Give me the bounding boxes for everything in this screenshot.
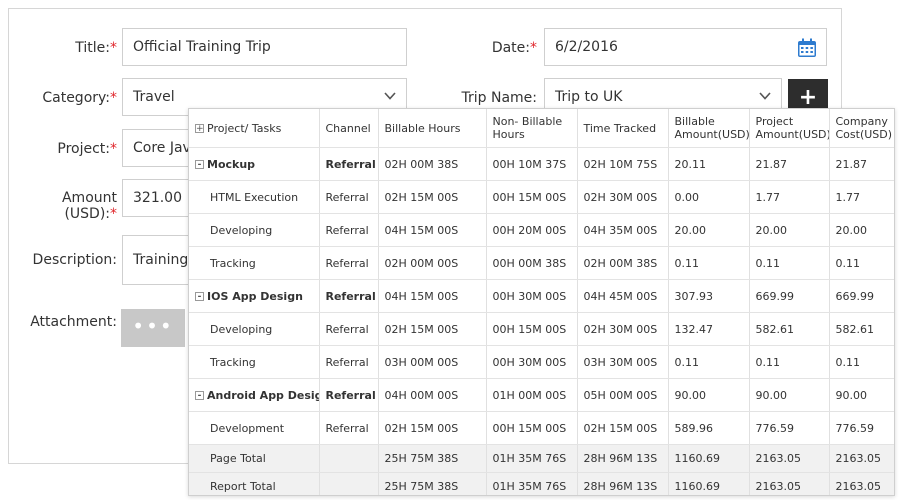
attachment-label: Attachment: [30, 314, 117, 330]
trip-name-label: Trip Name: [461, 90, 538, 106]
time-report-table-panel: + Project/ Tasks Channel Billable Hours N… [188, 108, 895, 496]
required-marker: * [530, 40, 537, 56]
header-billable-hours[interactable]: Billable Hours [378, 109, 487, 148]
header-task[interactable]: + Project/ Tasks [189, 109, 320, 148]
ellipsis-icon: ••• [132, 314, 174, 338]
table-row[interactable]: Tracking Referral 03H 00M 00S 00H 30M 00… [189, 345, 894, 379]
project-group-row[interactable]: - IOS App Design Referral 04H 15M 00S 00H… [189, 279, 894, 313]
category-label: Category:* [42, 90, 117, 106]
required-marker: * [110, 141, 117, 157]
expand-all-icon[interactable]: + [195, 124, 204, 134]
header-non-billable-hours[interactable]: Non- Billable Hours [486, 109, 578, 148]
date-input[interactable]: 6/2/2016 [544, 28, 827, 66]
calendar-icon[interactable] [796, 37, 818, 59]
collapse-icon[interactable]: - [195, 292, 204, 302]
plus-icon: + [798, 85, 818, 110]
table-header-row: + Project/ Tasks Channel Billable Hours N… [189, 109, 894, 148]
title-input[interactable]: Official Training Trip [122, 28, 407, 66]
time-report-table: + Project/ Tasks Channel Billable Hours N… [189, 109, 894, 495]
title-label: Title:* [75, 40, 117, 56]
header-time-tracked[interactable]: Time Tracked [577, 109, 669, 148]
header-company-cost[interactable]: Company Cost(USD) [829, 109, 894, 148]
required-marker: * [110, 90, 117, 106]
collapse-icon[interactable]: - [195, 391, 204, 401]
project-label: Project:* [57, 141, 117, 157]
project-group-row[interactable]: - Android App Design Referral 04H 00M 00S… [189, 378, 894, 412]
chevron-down-icon[interactable] [759, 92, 771, 100]
header-channel[interactable]: Channel [319, 109, 379, 148]
required-marker: * [110, 40, 117, 56]
report-total-row: Report Total 25H 75M 38S 01H 35M 76S 28H… [189, 472, 894, 495]
table-row[interactable]: Tracking Referral 02H 00M 00S 00H 00M 38… [189, 246, 894, 280]
amount-label: Amount (USD):* [61, 190, 117, 222]
description-label: Description: [32, 252, 117, 268]
date-label: Date:* [491, 40, 537, 56]
attachment-button[interactable]: ••• [121, 309, 185, 347]
table-row[interactable]: Development Referral 02H 15M 00S 00H 15M… [189, 411, 894, 445]
collapse-icon[interactable]: - [195, 160, 204, 170]
header-project-amount[interactable]: Project Amount(USD) [749, 109, 830, 148]
chevron-down-icon[interactable] [384, 92, 396, 100]
project-group-row[interactable]: - Mockup Referral 02H 00M 38S 00H 10M 37S… [189, 147, 894, 181]
table-row[interactable]: Developing Referral 04H 15M 00S 00H 20M … [189, 213, 894, 247]
table-row[interactable]: HTML Execution Referral 02H 15M 00S 00H … [189, 180, 894, 214]
page-total-row: Page Total 25H 75M 38S 01H 35M 76S 28H 9… [189, 444, 894, 473]
table-row[interactable]: Developing Referral 02H 15M 00S 00H 15M … [189, 312, 894, 346]
header-billable-amount[interactable]: Billable Amount(USD) [668, 109, 750, 148]
required-marker: * [110, 206, 117, 222]
